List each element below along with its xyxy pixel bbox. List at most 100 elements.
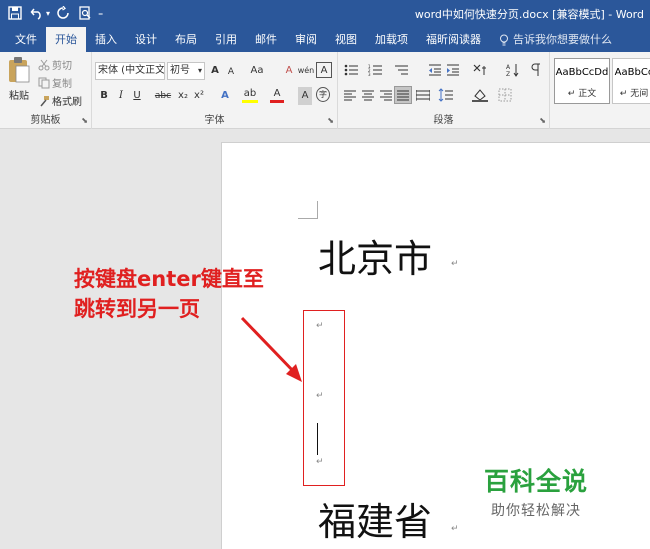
lightbulb-icon [500,34,508,45]
align-center-icon[interactable] [362,90,374,101]
underline-button[interactable]: U [130,87,144,105]
text-cursor [317,423,318,455]
paste-button[interactable]: 粘贴 [4,56,34,108]
tab-addins[interactable]: 加载项 [366,27,417,52]
tell-me-box[interactable]: 告诉我你想要做什么 [490,27,621,52]
heading-fujian[interactable]: 福建省 [318,491,432,546]
undo-dropdown-caret[interactable]: ▾ [46,9,50,18]
justify-button[interactable] [394,86,412,104]
clipboard-group: 粘贴 剪切 复制 格式刷 剪贴板 ⬊ [0,52,92,129]
svg-text:Z: Z [506,71,510,77]
numbering-icon[interactable]: 123 [368,64,384,76]
align-left-icon[interactable] [344,90,356,101]
paragraph-mark: ↵ [451,259,459,269]
font-name-combo[interactable]: 宋体 (中文正文 [95,62,165,80]
cut-button[interactable]: 剪切 [38,56,72,73]
watermark-title: 百科全说 [484,467,589,496]
clear-formatting-button[interactable]: A [282,62,296,80]
clipboard-dialog-launcher-icon[interactable]: ⬊ [81,116,88,125]
bullets-icon[interactable] [344,64,360,76]
tab-design[interactable]: 设计 [126,27,166,52]
annotation-line-1: 按键盘enter键直至 [74,267,264,291]
change-case-button[interactable]: Aa [246,62,268,80]
tab-file[interactable]: 文件 [6,27,46,52]
copy-icon [38,77,50,88]
line-spacing-icon[interactable] [438,88,454,102]
scissors-icon [38,59,50,70]
paragraph-group: 123 AZ 段落 ⬊ [338,52,550,129]
superscript-button[interactable]: x² [192,87,206,105]
quick-access-toolbar: ▾ ₌ [6,4,103,22]
sort-icon[interactable]: AZ [506,63,520,77]
style-normal-sample: AaBbCcDd [555,67,609,78]
style-normal-name: ↵ 正文 [567,89,597,99]
empty-paragraphs-highlight [303,310,345,486]
character-border-button[interactable]: A [316,62,332,78]
svg-text:A: A [506,64,511,71]
print-preview-icon[interactable] [76,4,94,22]
font-dialog-launcher-icon[interactable]: ⬊ [327,116,334,125]
bold-button[interactable]: B [97,87,111,105]
text-effects-button[interactable]: A [218,87,232,105]
distributed-icon[interactable] [416,90,430,101]
borders-icon[interactable] [498,88,512,102]
tab-references[interactable]: 引用 [206,27,246,52]
save-icon[interactable] [6,4,24,22]
highlight-color-button[interactable]: ab [242,86,258,103]
font-group: 宋体 (中文正文 初号 ▾ A A Aa A wén A B I U abc x₂… [92,52,338,129]
italic-button[interactable]: I [114,87,128,105]
font-name-value: 宋体 (中文正文 [98,65,165,76]
style-no-spacing[interactable]: AaBbCc ↵ 无间 [612,58,650,104]
tab-mailings[interactable]: 邮件 [246,27,286,52]
shading-icon[interactable] [472,88,488,102]
tab-layout[interactable]: 布局 [166,27,206,52]
watermark-subtitle: 助你轻松解决 [491,503,581,519]
font-size-combo[interactable]: 初号 ▾ [167,62,205,80]
style-no-spacing-sample: AaBbCc [614,67,650,78]
align-right-icon[interactable] [380,90,392,101]
paintbrush-icon [40,95,49,106]
copy-button[interactable]: 复制 [38,74,72,91]
format-painter-button[interactable]: 格式刷 [38,92,82,109]
character-shading-button[interactable]: A [298,87,312,105]
subscript-button[interactable]: x₂ [176,87,190,105]
grow-font-button[interactable]: A [208,62,222,80]
format-painter-label: 格式刷 [52,97,82,108]
phonetic-guide-button[interactable]: wén [297,62,315,80]
ribbon: 粘贴 剪切 复制 格式刷 剪贴板 ⬊ 宋体 (中文正文 初号 ▾ A A Aa A… [0,52,650,129]
paragraph-dialog-launcher-icon[interactable]: ⬊ [539,116,546,125]
font-group-label: 字体 [204,115,225,126]
annotation-arrow-icon [240,316,302,382]
increase-indent-icon[interactable] [446,64,460,76]
paste-label: 粘贴 [9,91,29,102]
paragraph-mark: ↵ [316,321,324,331]
title-bar: ▾ ₌ word中如何快速分页.docx [兼容模式] - Word [0,0,650,27]
customize-icon[interactable]: ₌ [98,8,103,19]
svg-text:3: 3 [368,72,371,76]
shrink-font-button[interactable]: A [224,63,238,81]
tab-view[interactable]: 视图 [326,27,366,52]
tab-home[interactable]: 开始 [46,27,86,52]
heading-beijing[interactable]: 北京市 [318,228,432,283]
tab-insert[interactable]: 插入 [86,27,126,52]
paragraph-mark: ↵ [316,457,324,467]
strikethrough-button[interactable]: abc [154,87,172,105]
paragraph-group-label: 段落 [433,115,454,126]
justify-icon [397,90,409,101]
tab-foxit-reader[interactable]: 福昕阅读器 [417,27,490,52]
style-normal[interactable]: AaBbCcDd ↵ 正文 [554,58,610,104]
redo-icon[interactable] [54,4,72,22]
font-color-button[interactable]: A [270,86,284,103]
enclose-characters-button[interactable]: 字 [316,87,330,102]
clipboard-group-label: 剪贴板 [30,115,61,126]
multilevel-list-icon[interactable] [394,64,410,76]
tell-me-text: 告诉我你想要做什么 [513,33,612,46]
paragraph-mark: ↵ [316,391,324,401]
decrease-indent-icon[interactable] [428,64,442,76]
chinese-layout-icon[interactable] [472,63,488,77]
copy-label: 复制 [52,79,72,90]
paragraph-mark: ↵ [451,524,459,534]
tab-review[interactable]: 审阅 [286,27,326,52]
undo-icon[interactable] [28,4,46,22]
show-formatting-marks-icon[interactable] [530,63,542,77]
